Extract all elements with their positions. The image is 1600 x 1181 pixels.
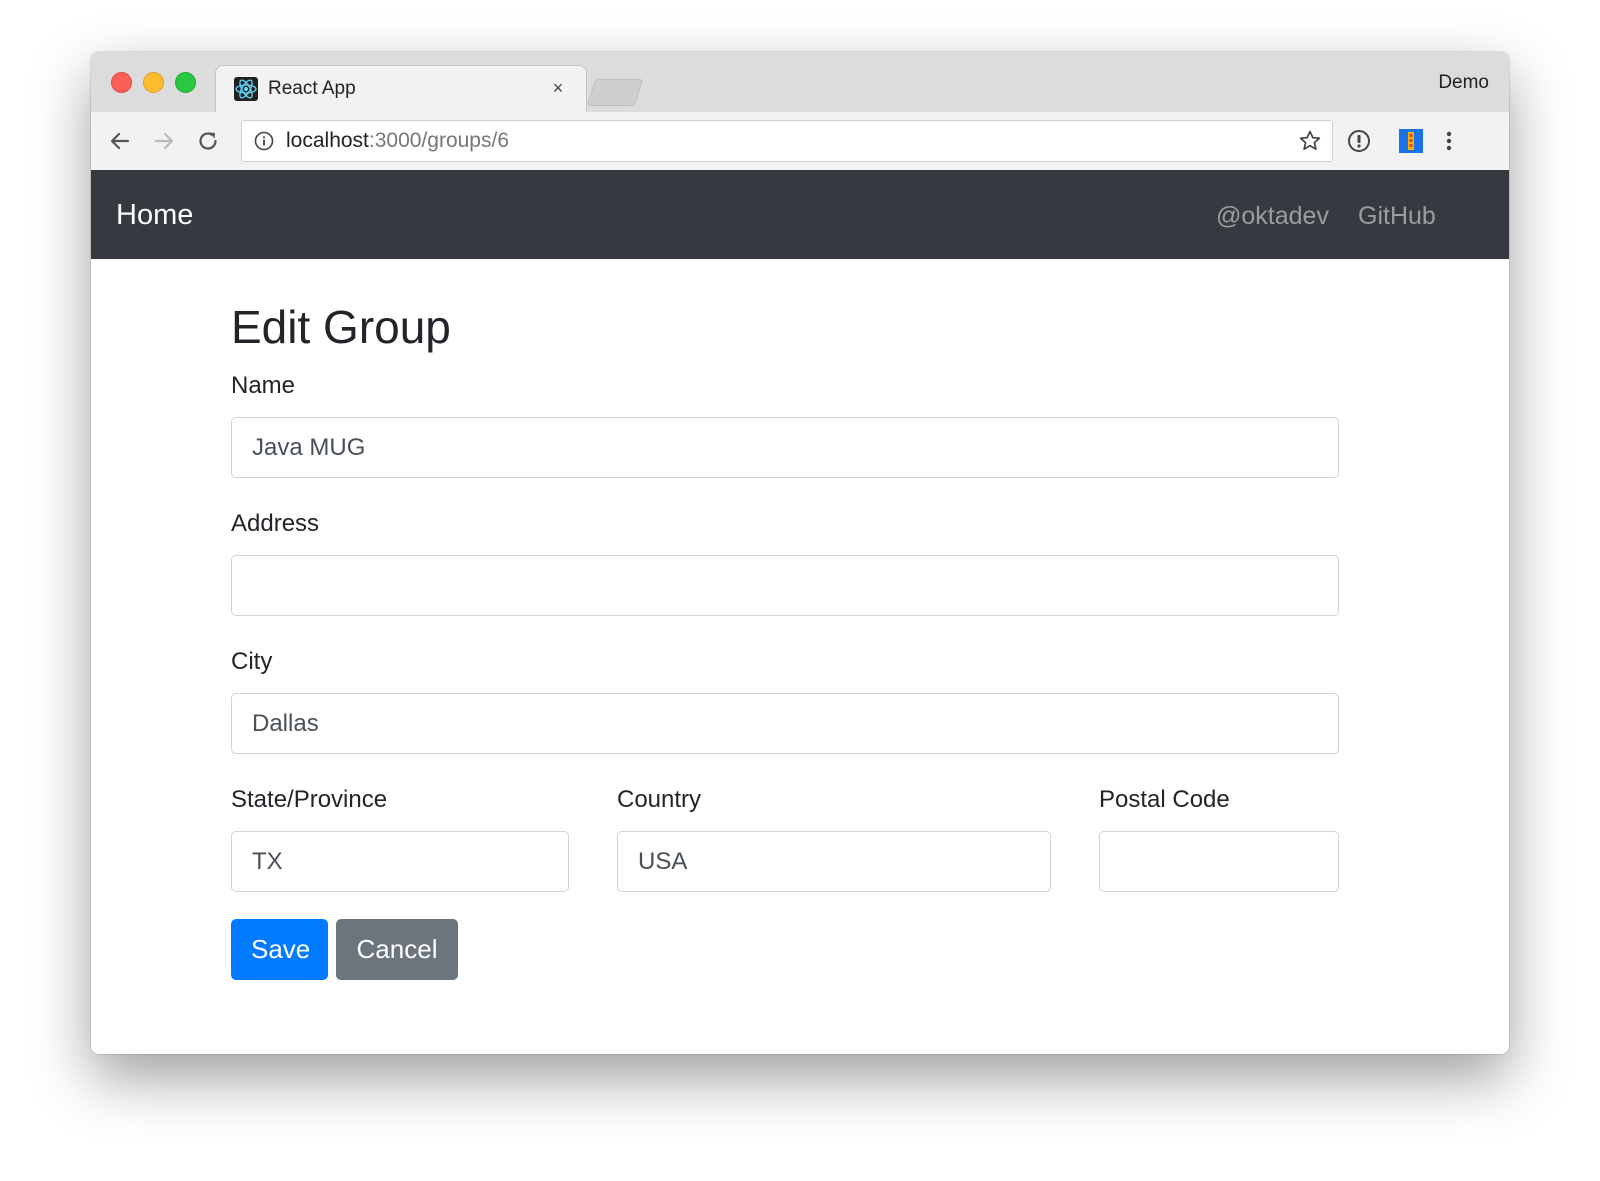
address-input[interactable] (231, 555, 1339, 616)
extension-icon[interactable] (1396, 126, 1426, 156)
postal-code-input[interactable] (1099, 831, 1339, 892)
page-title: Edit Group (231, 301, 451, 353)
new-tab-button[interactable] (586, 79, 644, 106)
browser-window: React App × Demo localhost:3000/groups/6… (91, 52, 1509, 1054)
address-bar[interactable]: localhost:3000/groups/6 (241, 120, 1333, 162)
state-input[interactable] (231, 831, 569, 892)
nav-link-github[interactable]: GitHub (1358, 200, 1436, 232)
url-path: :3000/groups/6 (368, 129, 509, 152)
react-atom-icon (234, 77, 258, 101)
tab-react-app[interactable]: React App × (215, 65, 587, 113)
edit-group-form: Edit Group Name Address City State/Provi… (91, 259, 1509, 1054)
nav-link-oktadev[interactable]: @oktadev (1216, 200, 1329, 232)
city-label: City (231, 648, 273, 675)
url-host: localhost (286, 129, 369, 152)
postal-code-label: Postal Code (1099, 786, 1230, 813)
app-navbar: Home @oktadev GitHub (91, 170, 1509, 259)
address-label: Address (231, 510, 320, 537)
country-label: Country (617, 786, 702, 813)
url-text: localhost:3000/groups/6 (286, 129, 509, 153)
browser-toolbar: localhost:3000/groups/6 (91, 112, 1509, 171)
minimize-window-button[interactable] (143, 72, 164, 93)
maximize-window-button[interactable] (175, 72, 196, 93)
profile-name[interactable]: Demo (1438, 72, 1489, 94)
password-manager-icon[interactable] (1344, 126, 1374, 156)
close-icon[interactable]: × (546, 76, 570, 100)
info-icon[interactable] (254, 131, 274, 151)
name-input[interactable] (231, 417, 1339, 478)
country-input[interactable] (617, 831, 1051, 892)
reload-icon[interactable] (193, 126, 223, 156)
kebab-menu-icon[interactable] (1434, 126, 1464, 156)
cancel-button[interactable]: Cancel (336, 919, 458, 980)
city-input[interactable] (231, 693, 1339, 754)
state-label: State/Province (231, 786, 388, 813)
tab-title: React App (268, 78, 356, 99)
star-icon[interactable] (1298, 129, 1322, 153)
arrow-left-icon[interactable] (105, 126, 135, 156)
save-button[interactable]: Save (231, 919, 328, 980)
name-label: Name (231, 372, 296, 399)
arrow-right-icon[interactable] (149, 126, 179, 156)
close-window-button[interactable] (111, 72, 132, 93)
tab-strip: React App × Demo (91, 52, 1509, 113)
home-link[interactable]: Home (116, 197, 193, 233)
